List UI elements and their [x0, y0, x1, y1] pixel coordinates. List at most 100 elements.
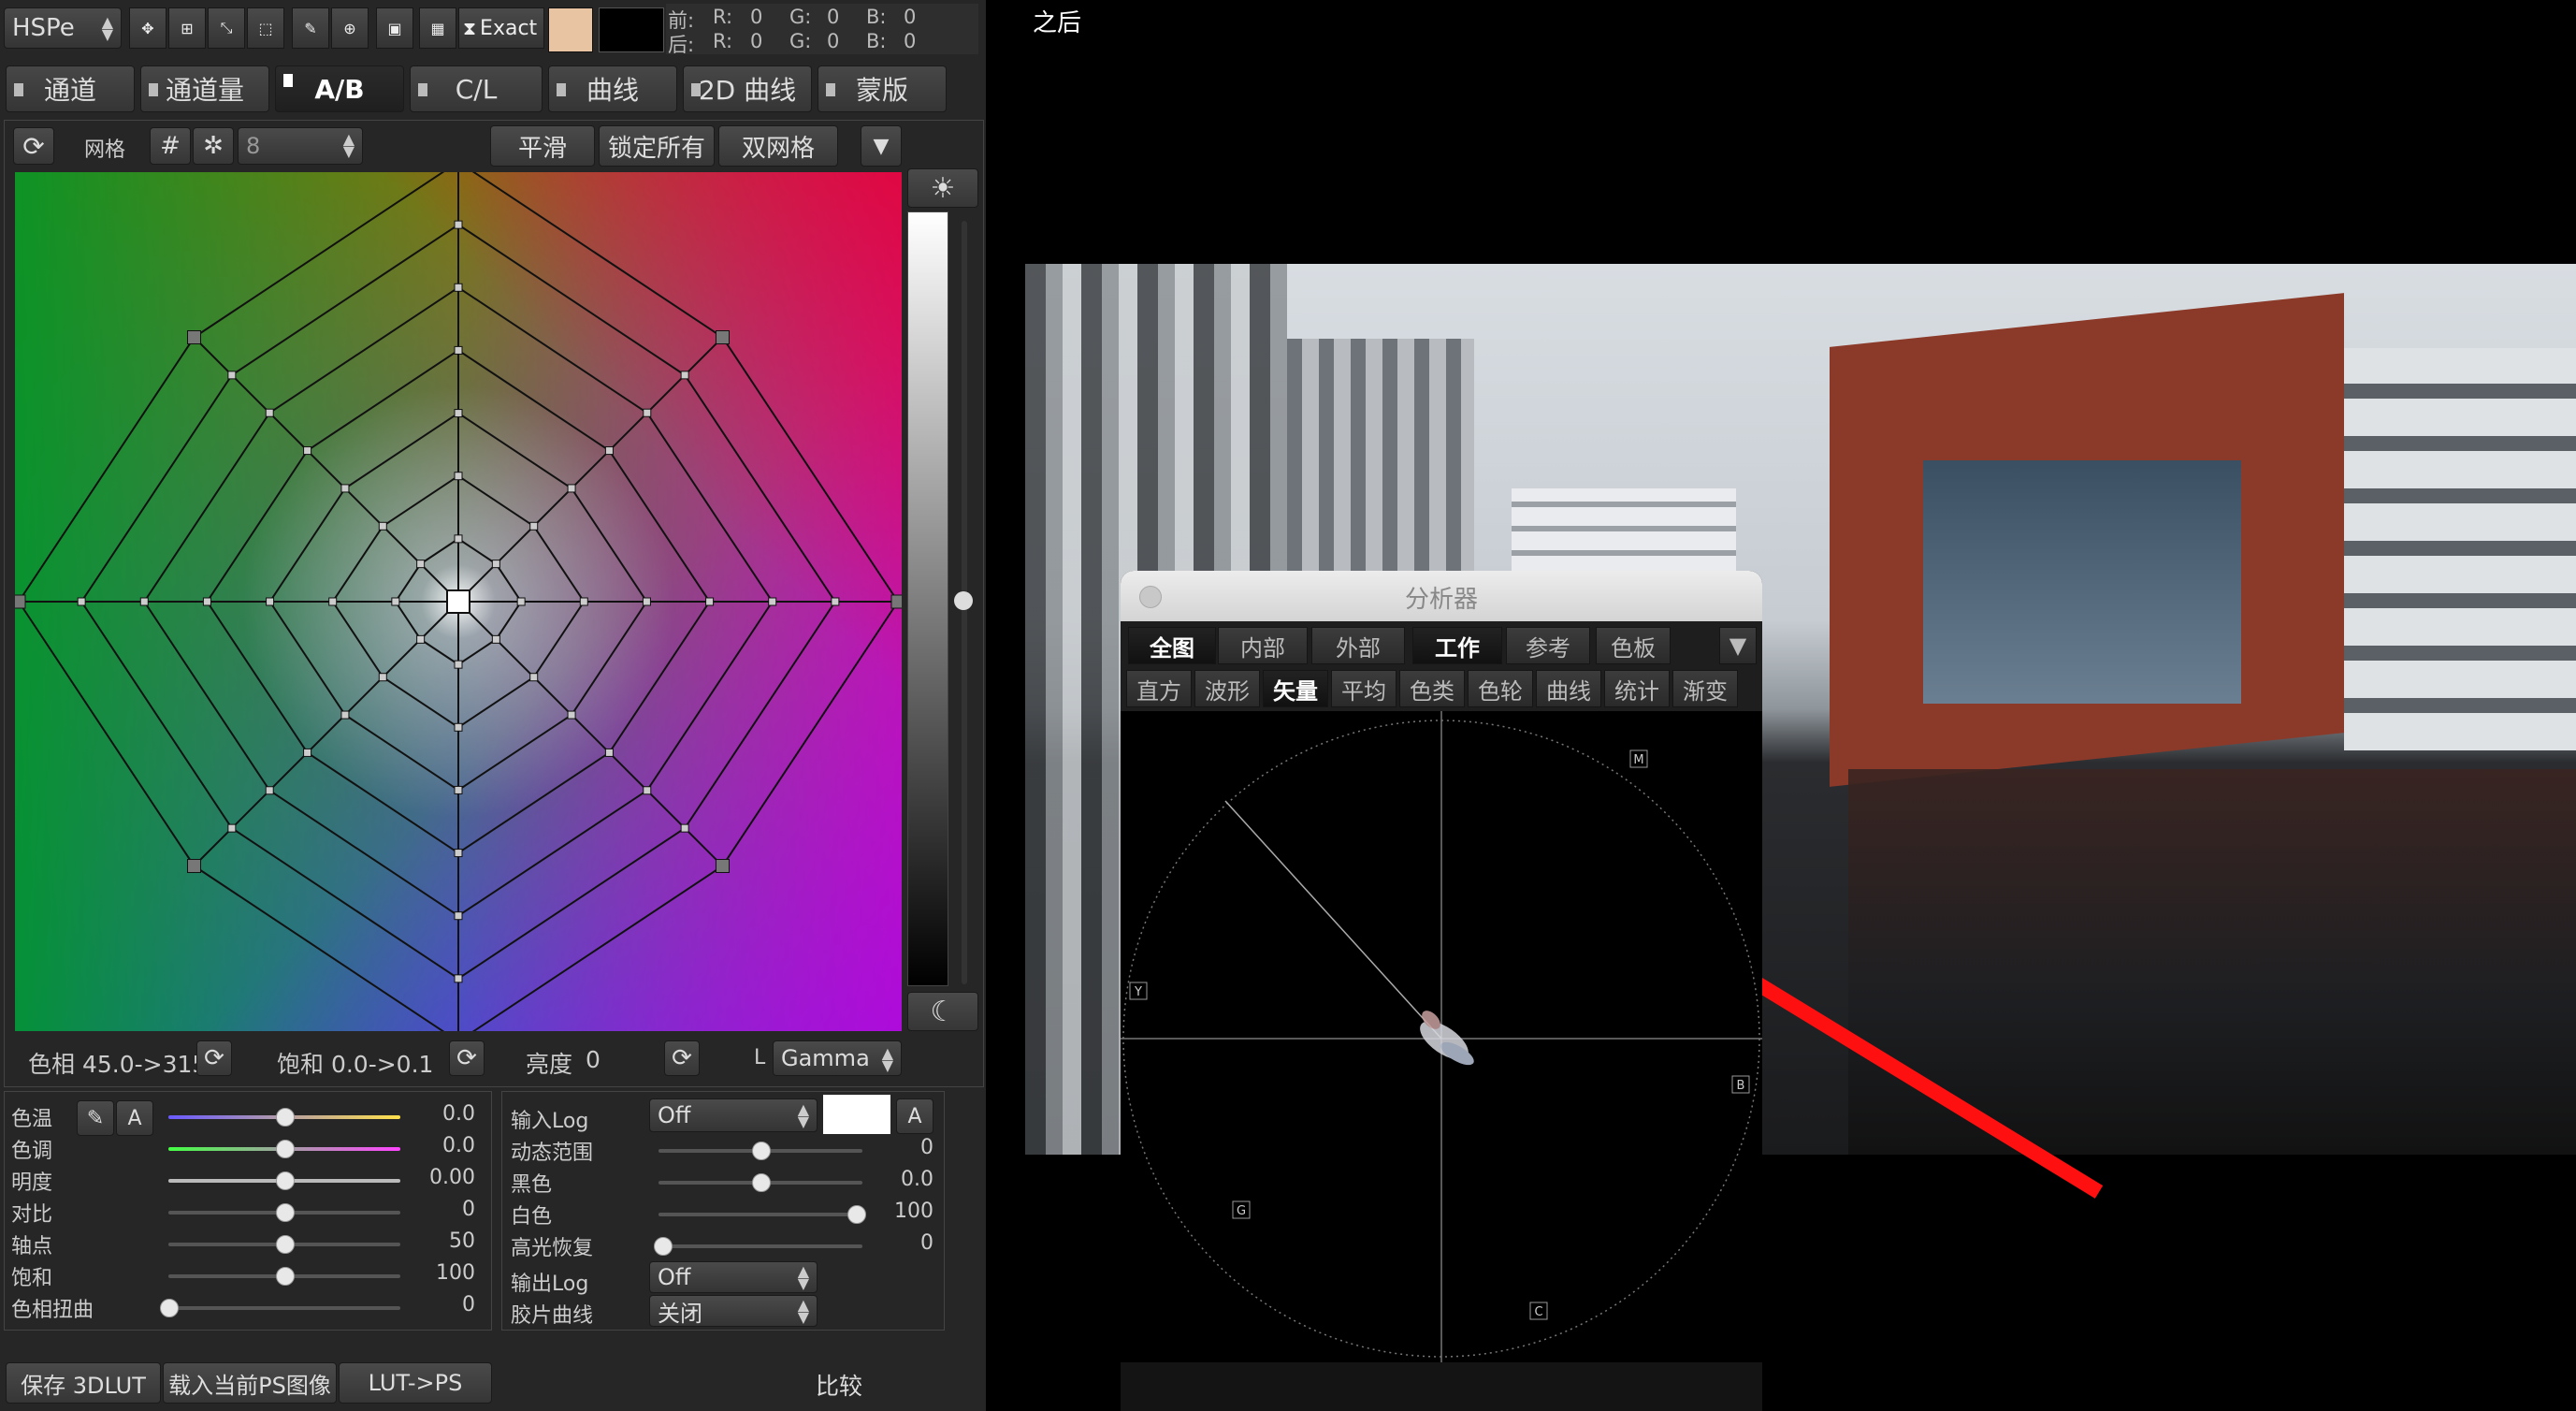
- tab-mask[interactable]: 蒙版: [818, 65, 947, 112]
- sat-reset-icon[interactable]: ⟳: [449, 1040, 485, 1076]
- mode-tab[interactable]: 色类: [1399, 670, 1465, 707]
- web-node[interactable]: [642, 597, 651, 606]
- tab-channel-amount[interactable]: 通道量: [140, 65, 269, 112]
- web-node[interactable]: [680, 371, 689, 380]
- slider-knob[interactable]: [160, 1299, 179, 1317]
- web-center-node[interactable]: [446, 589, 470, 614]
- tab-2d-curves[interactable]: 2D 曲线: [683, 65, 812, 112]
- web-node[interactable]: [454, 534, 463, 544]
- web-node[interactable]: [831, 597, 840, 606]
- gamma-select[interactable]: Gamma ▲ ▼: [773, 1040, 902, 1076]
- output-log-select[interactable]: Off ▲ ▼: [649, 1261, 818, 1293]
- scope-tab[interactable]: 全图: [1128, 627, 1216, 664]
- lut-to-ps-button[interactable]: LUT->PS: [339, 1362, 492, 1404]
- brightness-slider-knob[interactable]: [954, 591, 973, 610]
- web-node[interactable]: [643, 408, 652, 417]
- white-swatch[interactable]: [823, 1095, 890, 1134]
- brightness-strip[interactable]: [907, 211, 948, 986]
- eyedropper-icon[interactable]: ✎: [77, 1100, 114, 1136]
- mode-tab[interactable]: 平均: [1331, 670, 1397, 707]
- slider-knob[interactable]: [752, 1142, 771, 1160]
- web-node[interactable]: [643, 786, 652, 795]
- scope-tab[interactable]: 色板: [1596, 627, 1671, 664]
- exact-hourglass-button[interactable]: ⧗ Exact: [458, 7, 544, 49]
- web-node[interactable]: [454, 785, 463, 794]
- fit-frame-icon[interactable]: ▣: [376, 7, 413, 49]
- web-node[interactable]: [454, 472, 463, 481]
- web-node[interactable]: [340, 484, 350, 493]
- transform-grid-icon[interactable]: ⊞: [168, 7, 206, 49]
- web-node[interactable]: [391, 597, 400, 606]
- film-curve-select[interactable]: 关闭 ▲ ▼: [649, 1295, 818, 1327]
- mode-tab[interactable]: 直方: [1126, 670, 1192, 707]
- shrink-arrows-icon[interactable]: ⤡: [208, 7, 245, 49]
- grid-count-select[interactable]: 8 ▲ ▼: [238, 127, 363, 165]
- web-node[interactable]: [768, 597, 777, 606]
- web-node[interactable]: [454, 660, 463, 669]
- slider-track[interactable]: [658, 1244, 862, 1248]
- web-node[interactable]: [454, 283, 463, 292]
- auto-button[interactable]: A: [116, 1100, 153, 1136]
- color-swatch[interactable]: [548, 7, 593, 52]
- slider-knob[interactable]: [276, 1235, 295, 1254]
- web-node[interactable]: [202, 597, 211, 606]
- tab-ab[interactable]: A/B: [275, 65, 404, 112]
- slider-knob[interactable]: [276, 1267, 295, 1286]
- mode-select[interactable]: HSPe ▲ ▼: [4, 7, 122, 49]
- web-node[interactable]: [715, 858, 730, 873]
- slider-knob[interactable]: [276, 1203, 295, 1222]
- web-node[interactable]: [454, 911, 463, 921]
- dropdown-triangle-icon[interactable]: ▼: [1719, 627, 1757, 664]
- web-node[interactable]: [303, 748, 312, 757]
- web-node[interactable]: [265, 408, 274, 417]
- tab-channel[interactable]: 通道: [6, 65, 135, 112]
- slider-track[interactable]: [168, 1306, 400, 1310]
- web-node[interactable]: [340, 710, 350, 720]
- spider-web-grid[interactable]: [15, 172, 902, 1031]
- slider-knob[interactable]: [276, 1171, 295, 1190]
- web-node[interactable]: [187, 330, 202, 345]
- web-node[interactable]: [567, 484, 576, 493]
- ab-color-field[interactable]: [15, 172, 902, 1031]
- web-node[interactable]: [227, 823, 237, 833]
- grid-view-icon[interactable]: ▦: [419, 7, 456, 49]
- dropdown-triangle-icon[interactable]: ▼: [861, 125, 902, 167]
- vectorscope[interactable]: M Y B G C: [1121, 711, 1762, 1411]
- move-tool-icon[interactable]: ✥: [129, 7, 166, 49]
- web-node[interactable]: [303, 446, 312, 456]
- scope-tab[interactable]: 工作: [1412, 627, 1502, 664]
- web-node[interactable]: [416, 634, 426, 644]
- web-node[interactable]: [227, 371, 237, 380]
- input-log-select[interactable]: Off ▲ ▼: [649, 1098, 818, 1132]
- web-node[interactable]: [491, 634, 500, 644]
- web-node[interactable]: [680, 823, 689, 833]
- web-node[interactable]: [266, 597, 275, 606]
- web-node[interactable]: [567, 710, 576, 720]
- web-grid-icon[interactable]: ✲: [193, 127, 234, 165]
- scope-tab[interactable]: 参考: [1506, 627, 1590, 664]
- web-node[interactable]: [15, 594, 26, 609]
- web-node[interactable]: [454, 722, 463, 732]
- compare-label[interactable]: 比较: [816, 1368, 862, 1402]
- reset-icon[interactable]: ⟳: [13, 127, 54, 165]
- web-node[interactable]: [378, 673, 387, 682]
- tab-curves[interactable]: 曲线: [548, 65, 677, 112]
- web-node[interactable]: [715, 330, 730, 345]
- save-3dlut-button[interactable]: 保存 3DLUT: [6, 1362, 161, 1404]
- web-node[interactable]: [454, 409, 463, 418]
- zoom-icon[interactable]: ⊕: [331, 7, 369, 49]
- web-node[interactable]: [491, 560, 500, 569]
- web-node[interactable]: [516, 597, 526, 606]
- scope-tab[interactable]: 内部: [1218, 627, 1308, 664]
- mode-tab[interactable]: 曲线: [1536, 670, 1601, 707]
- brightness-reset-icon[interactable]: ⟳: [664, 1040, 700, 1076]
- scope-tab[interactable]: 外部: [1311, 627, 1405, 664]
- slider-track[interactable]: [658, 1213, 862, 1216]
- web-node[interactable]: [529, 673, 539, 682]
- web-node[interactable]: [265, 786, 274, 795]
- web-node[interactable]: [454, 849, 463, 858]
- web-node[interactable]: [705, 597, 715, 606]
- web-node[interactable]: [529, 521, 539, 531]
- mode-tab[interactable]: 统计: [1604, 670, 1670, 707]
- sun-icon[interactable]: ☀: [907, 168, 978, 208]
